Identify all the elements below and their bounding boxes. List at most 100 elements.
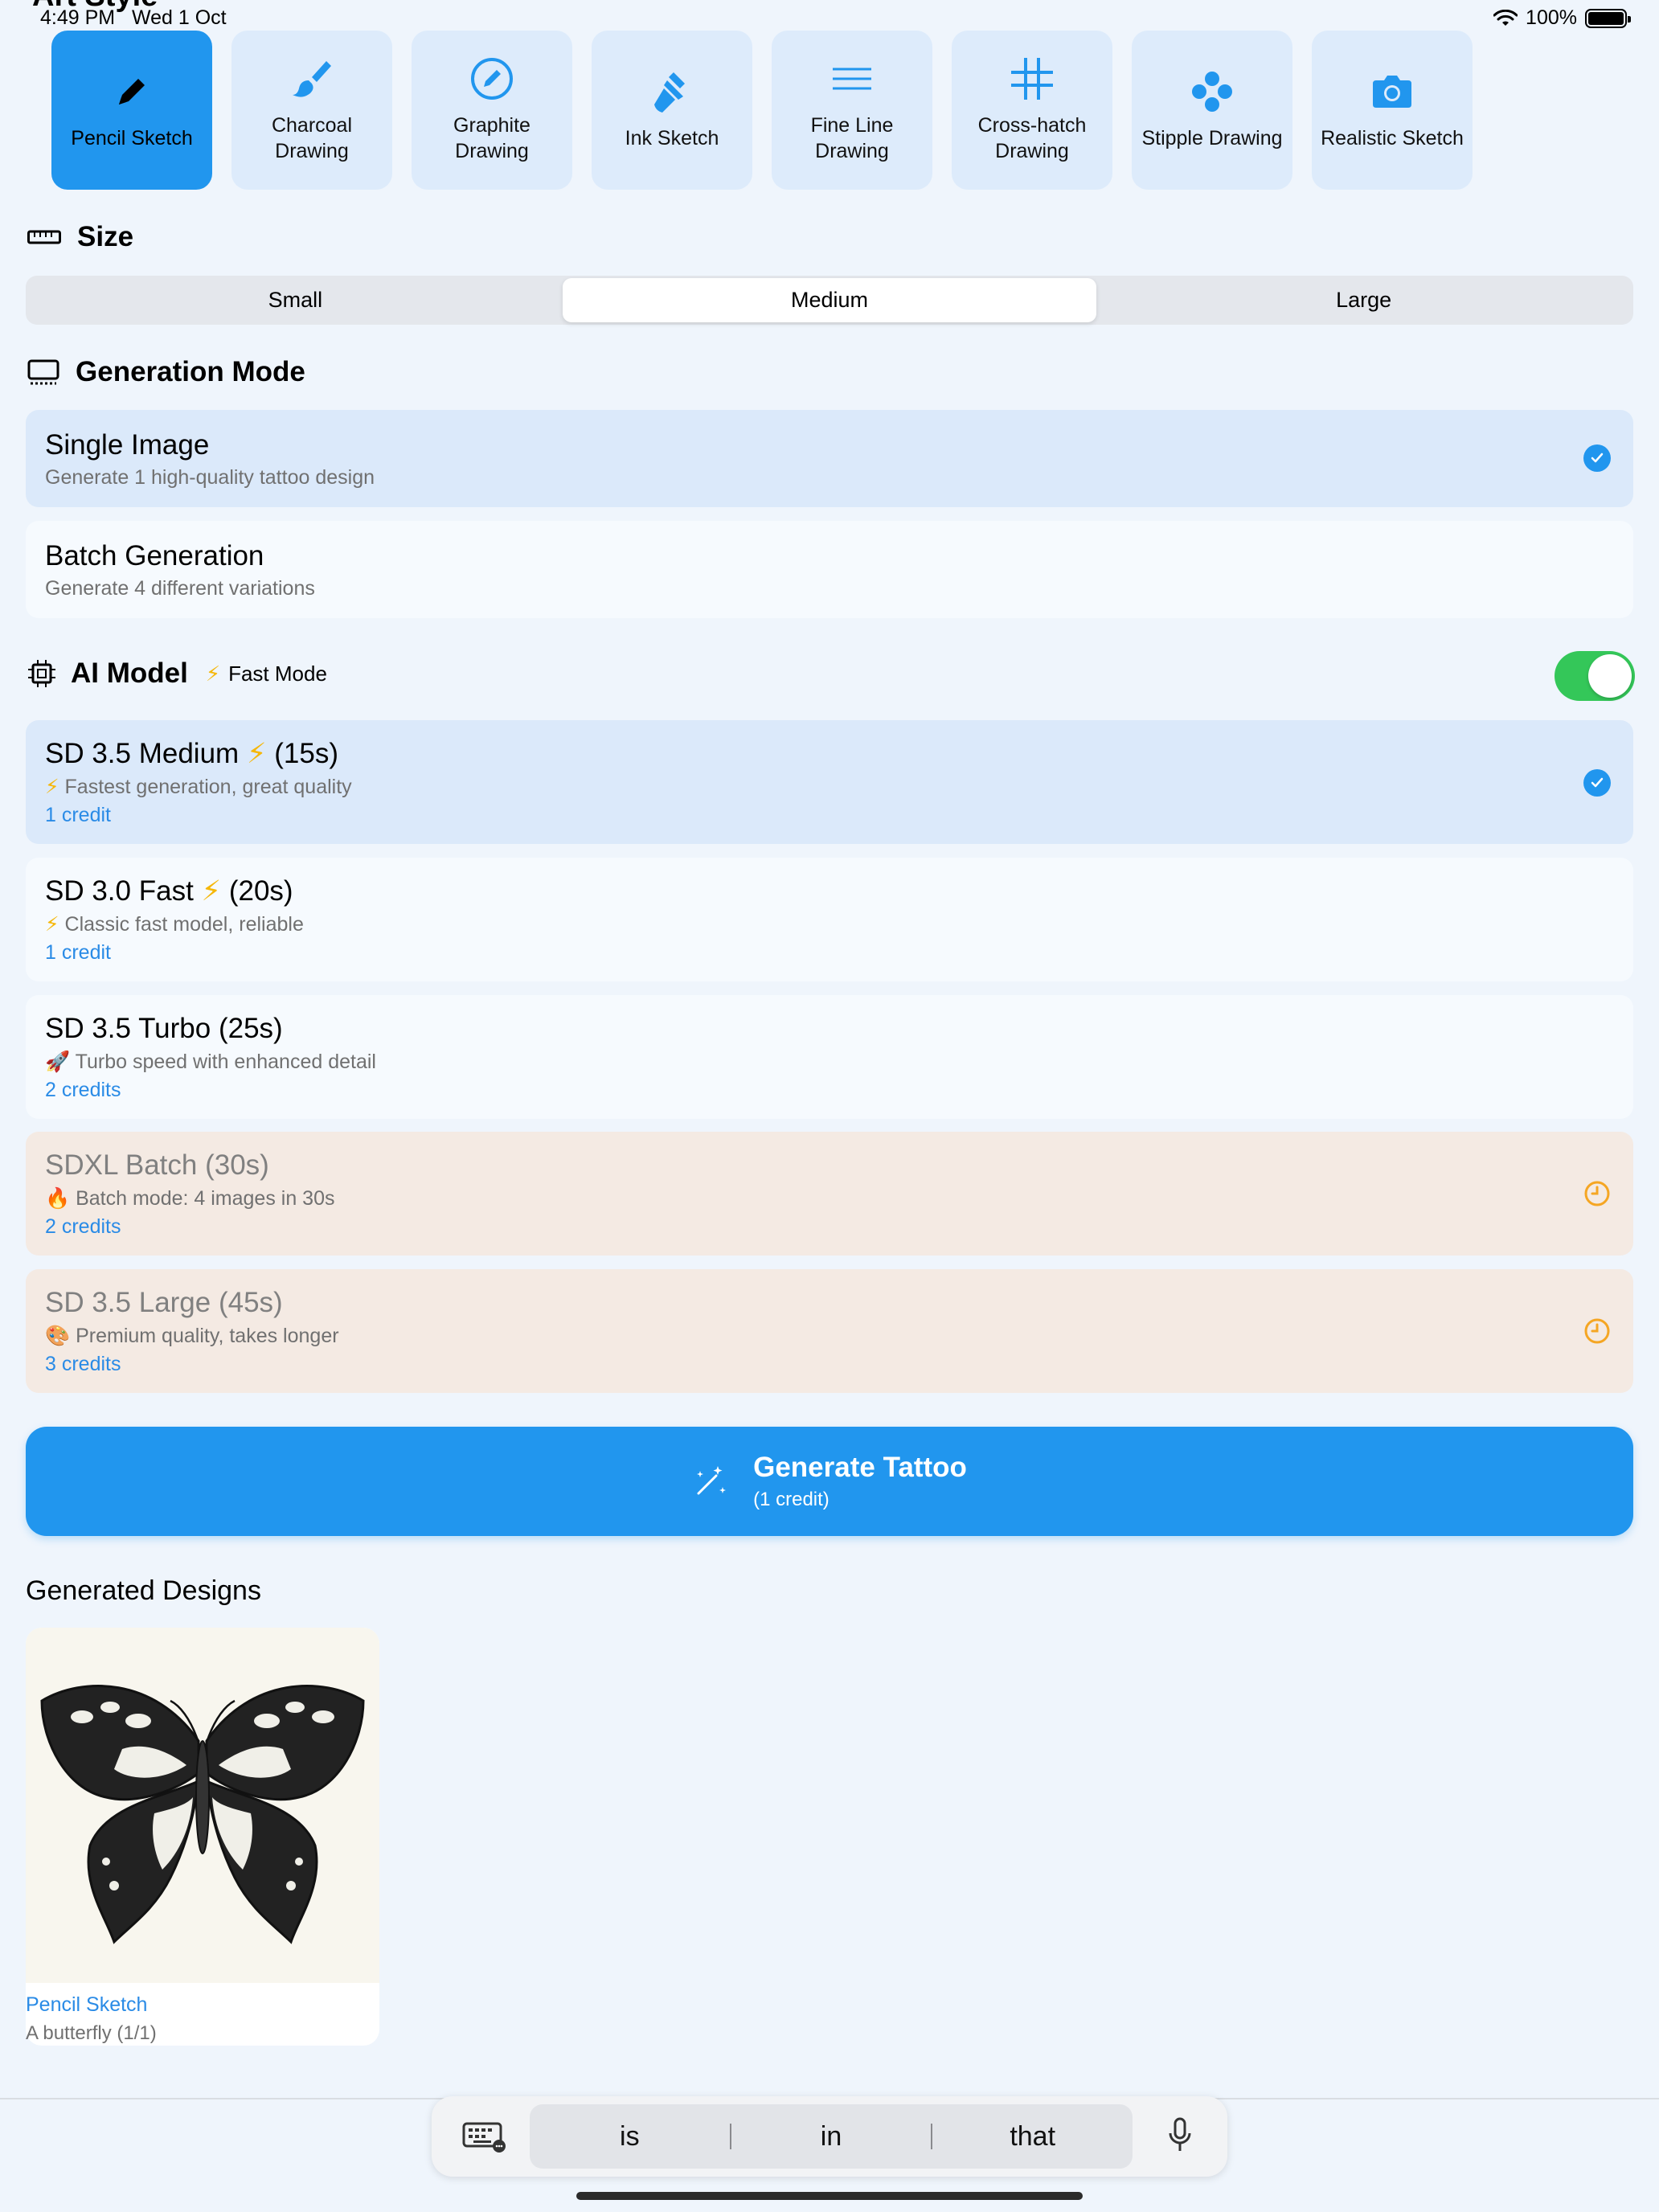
generation-mode-header: Generation Mode — [27, 356, 305, 388]
mode-option-single-image[interactable]: Single Image Generate 1 high-quality tat… — [26, 410, 1633, 507]
style-label: Fine Line Drawing — [810, 114, 894, 162]
generated-designs-title: Generated Designs — [26, 1575, 261, 1606]
ai-model-title: AI Model — [71, 657, 188, 689]
butterfly-image — [26, 1628, 379, 1983]
status-right: 100% — [1493, 6, 1631, 30]
model-option-sd35-large[interactable]: SD 3.5 Large (45s) 🎨 Premium quality, ta… — [26, 1269, 1633, 1393]
model-desc: 🎨 Premium quality, takes longer — [45, 1324, 339, 1347]
style-tile-ink-sketch[interactable]: Ink Sketch — [592, 31, 752, 190]
lines-icon — [830, 56, 875, 101]
bolt-icon: ⚡ — [45, 775, 59, 798]
status-bar: Art Style 4:49 PM Wed 1 Oct 100% — [0, 0, 1659, 32]
bolt-icon: ⚡ — [45, 912, 59, 936]
fast-mode-toggle[interactable] — [1555, 651, 1635, 701]
generate-sublabel: (1 credit) — [753, 1489, 830, 1510]
design-prompt-label: A butterfly (1/1) — [26, 2022, 157, 2044]
ruler-icon — [27, 230, 61, 244]
wifi-icon — [1493, 9, 1518, 26]
clock-icon — [1584, 1318, 1610, 1344]
model-credits: 1 credit — [45, 941, 111, 964]
bolt-icon: ⚡ — [201, 875, 222, 907]
mode-title: Single Image — [45, 429, 210, 461]
model-desc: ⚡ Fastest generation, great quality — [45, 775, 352, 798]
mode-subtitle: Generate 4 different variations — [45, 577, 315, 600]
size-title: Size — [77, 221, 134, 252]
model-credits: 2 credits — [45, 1215, 121, 1238]
dots-icon — [1190, 69, 1235, 114]
model-credits: 3 credits — [45, 1353, 121, 1375]
generate-tattoo-button[interactable]: Generate Tattoo (1 credit) — [26, 1427, 1633, 1536]
predictive-suggestions: is in that — [530, 2104, 1133, 2169]
model-title: SDXL Batch (30s) — [45, 1149, 269, 1181]
model-title: SD 3.5 Large (45s) — [45, 1287, 283, 1318]
paintbrush-pointed-icon — [649, 69, 694, 114]
style-label: Ink Sketch — [625, 127, 719, 150]
style-tile-fine-line-drawing[interactable]: Fine Line Drawing — [772, 31, 932, 190]
camera-icon — [1370, 69, 1415, 114]
model-desc: ⚡ Classic fast model, reliable — [45, 912, 304, 936]
model-option-sd35-turbo[interactable]: SD 3.5 Turbo (25s) 🚀 Turbo speed with en… — [26, 995, 1633, 1119]
mode-subtitle: Generate 1 high-quality tattoo design — [45, 466, 375, 489]
suggestion-3[interactable]: that — [932, 2121, 1133, 2153]
bolt-icon: ⚡ — [246, 738, 267, 769]
size-option-small[interactable]: Small — [28, 278, 563, 322]
toggle-knob — [1588, 654, 1632, 698]
size-option-medium[interactable]: Medium — [562, 278, 1097, 322]
model-desc: 🚀 Turbo speed with enhanced detail — [45, 1050, 376, 1073]
style-label: Realistic Sketch — [1321, 127, 1464, 150]
model-option-sdxl-batch[interactable]: SDXL Batch (30s) 🔥 Batch mode: 4 images … — [26, 1132, 1633, 1256]
display-icon — [27, 359, 59, 385]
style-picker: Pencil Sketch Charcoal Drawing Graphite … — [51, 31, 1473, 190]
style-tile-stipple-drawing[interactable]: Stipple Drawing — [1132, 31, 1292, 190]
size-option-large[interactable]: Large — [1096, 278, 1631, 322]
microphone-icon[interactable] — [1168, 2117, 1192, 2154]
grid-icon — [1010, 56, 1055, 101]
checkmark-icon — [1583, 769, 1611, 797]
suggestion-1[interactable]: is — [530, 2121, 730, 2153]
mode-option-batch-generation[interactable]: Batch Generation Generate 4 different va… — [26, 521, 1633, 618]
size-segmented-control: Small Medium Large — [26, 276, 1633, 325]
cpu-icon — [28, 660, 55, 687]
rocket-icon: 🚀 — [45, 1050, 71, 1073]
style-tile-charcoal-drawing[interactable]: Charcoal Drawing — [231, 31, 392, 190]
model-option-sd35-medium[interactable]: SD 3.5 Medium ⚡ (15s) ⚡ Fastest generati… — [26, 720, 1633, 844]
magic-wand-icon — [697, 1466, 727, 1495]
pencil-icon — [109, 69, 154, 114]
style-label: Cross-hatch Drawing — [977, 114, 1087, 162]
style-tile-cross-hatch-drawing[interactable]: Cross-hatch Drawing — [952, 31, 1112, 190]
checkmark-icon — [1583, 444, 1611, 472]
style-tile-realistic-sketch[interactable]: Realistic Sketch — [1312, 31, 1473, 190]
fast-mode-label: ⚡ Fast Mode — [205, 661, 327, 686]
pencil-circle-icon — [469, 56, 514, 101]
mode-title: Batch Generation — [45, 540, 264, 571]
suggestion-2[interactable]: in — [731, 2121, 932, 2153]
style-label: Charcoal Drawing — [271, 114, 353, 162]
model-title: SD 3.5 Turbo (25s) — [45, 1013, 283, 1044]
brush-icon — [289, 56, 334, 101]
model-title: SD 3.5 Medium ⚡ (15s) — [45, 738, 339, 769]
model-credits: 1 credit — [45, 804, 111, 826]
battery-icon — [1585, 8, 1631, 28]
model-credits: 2 credits — [45, 1079, 121, 1101]
model-title: SD 3.0 Fast ⚡ (20s) — [45, 875, 293, 907]
design-card[interactable] — [26, 1628, 379, 2046]
style-tile-pencil-sketch[interactable]: Pencil Sketch — [51, 31, 212, 190]
design-style-label: Pencil Sketch — [26, 1993, 148, 2016]
keyboard-icon[interactable] — [462, 2120, 507, 2153]
style-label: Graphite Drawing — [453, 114, 530, 162]
keyboard-shortcut-bar: is in that — [432, 2096, 1227, 2177]
palette-icon: 🎨 — [45, 1324, 71, 1347]
model-desc: 🔥 Batch mode: 4 images in 30s — [45, 1186, 335, 1210]
size-header: Size — [27, 221, 133, 253]
clock-icon — [1584, 1181, 1610, 1206]
generation-mode-title: Generation Mode — [76, 356, 305, 387]
ai-model-header: AI Model ⚡ Fast Mode — [27, 657, 327, 690]
generate-label: Generate Tattoo — [753, 1452, 967, 1483]
battery-percent: 100% — [1526, 6, 1577, 29]
bolt-icon: ⚡ — [205, 661, 221, 686]
status-time: 4:49 PM Wed 1 Oct — [40, 6, 227, 29]
style-tile-graphite-drawing[interactable]: Graphite Drawing — [412, 31, 572, 190]
style-label: Stipple Drawing — [1141, 127, 1283, 150]
fire-icon: 🔥 — [45, 1186, 71, 1210]
model-option-sd30-fast[interactable]: SD 3.0 Fast ⚡ (20s) ⚡ Classic fast model… — [26, 858, 1633, 981]
